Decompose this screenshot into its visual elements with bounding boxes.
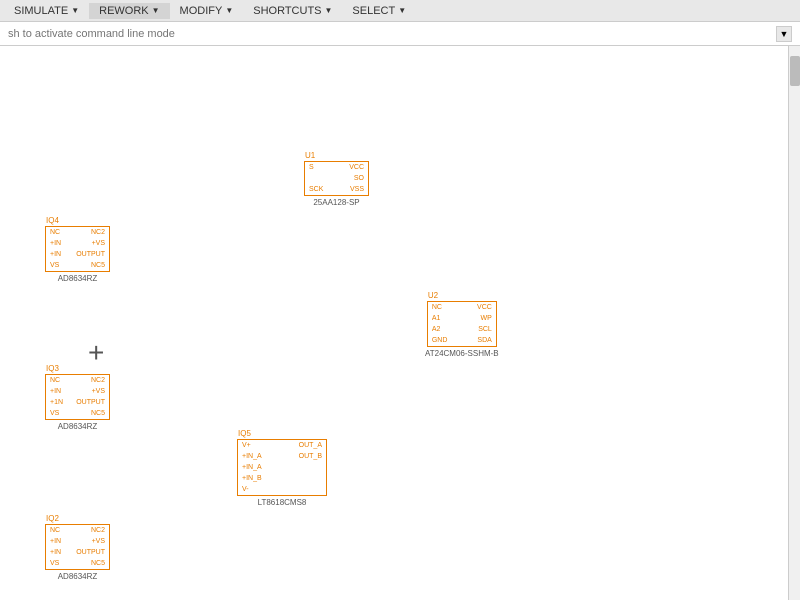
pin-row: +IN OUTPUT: [46, 249, 109, 260]
component-IQ2-ref: IQ2: [46, 514, 59, 523]
component-IQ4-ref: IQ4: [46, 216, 59, 225]
component-IQ5-ref: IQ5: [238, 429, 251, 438]
component-IQ5-label: LT8618CMS8: [258, 498, 307, 507]
plus-icon: +: [88, 339, 104, 367]
menu-rework[interactable]: REWORK ▼: [89, 3, 169, 19]
pin-row: +IN +VS: [46, 238, 109, 249]
component-U2-body: U2 NC VCC A1 WP A2 SCL GND SDA: [427, 301, 497, 347]
pin-row: +IN_A: [238, 462, 326, 473]
component-IQ3-body: IQ3 NC NC2 +IN +VS +1N OUTPUT VS NC5: [45, 374, 110, 420]
component-U2-label: AT24CM06-SSHM-B: [425, 349, 499, 358]
menu-bar: SIMULATE ▼ REWORK ▼ MODIFY ▼ SHORTCUTS ▼…: [0, 0, 800, 22]
menu-shortcuts-arrow: ▼: [325, 6, 333, 15]
component-IQ4[interactable]: IQ4 NC NC2 +IN +VS +IN OUTPUT VS NC5: [45, 226, 110, 283]
component-U1-label: 25AA128-SP: [313, 198, 359, 207]
component-U2-ref: U2: [428, 291, 438, 300]
schematic-canvas: U1 S VCC SO SCK VSS 25AA128-SP IQ4 NC: [0, 46, 800, 600]
pin-row: VS NC5: [46, 558, 109, 569]
scrollbar-vertical[interactable]: [788, 46, 800, 600]
menu-modify[interactable]: MODIFY ▼: [170, 3, 244, 19]
component-IQ5[interactable]: IQ5 V+ OUT_A +IN_A OUT_B +IN_A +IN_B: [237, 439, 327, 507]
component-U1-ref: U1: [305, 151, 315, 160]
component-IQ3-label: AD8634RZ: [58, 422, 98, 431]
component-IQ2-label: AD8634RZ: [58, 572, 98, 581]
pin-row: V+ OUT_A: [238, 440, 326, 451]
menu-simulate-label: SIMULATE: [14, 5, 68, 17]
pin-row: A2 SCL: [428, 324, 496, 335]
menu-modify-label: MODIFY: [180, 5, 223, 17]
cmd-bar-dropdown[interactable]: ▼: [776, 26, 792, 42]
menu-rework-arrow: ▼: [152, 6, 160, 15]
pin-row: NC NC2: [46, 227, 109, 238]
component-U1[interactable]: U1 S VCC SO SCK VSS 25AA128-SP: [304, 161, 369, 207]
menu-select-arrow: ▼: [398, 6, 406, 15]
command-bar: ▼: [0, 22, 800, 46]
pin-row: NC VCC: [428, 302, 496, 313]
pin-row: GND SDA: [428, 335, 496, 346]
component-U2[interactable]: U2 NC VCC A1 WP A2 SCL GND SDA AT24: [425, 301, 499, 358]
pin-row: +IN +VS: [46, 536, 109, 547]
component-U1-body: U1 S VCC SO SCK VSS: [304, 161, 369, 196]
component-IQ5-body: IQ5 V+ OUT_A +IN_A OUT_B +IN_A +IN_B: [237, 439, 327, 496]
menu-shortcuts[interactable]: SHORTCUTS ▼: [243, 3, 342, 19]
scrollbar-thumb[interactable]: [790, 56, 800, 86]
menu-simulate-arrow: ▼: [71, 6, 79, 15]
pin-row: +IN +VS: [46, 386, 109, 397]
component-IQ4-body: IQ4 NC NC2 +IN +VS +IN OUTPUT VS NC5: [45, 226, 110, 272]
menu-select[interactable]: SELECT ▼: [342, 3, 416, 19]
component-IQ3-ref: IQ3: [46, 364, 59, 373]
pin-row: +IN OUTPUT: [46, 547, 109, 558]
component-IQ2[interactable]: IQ2 NC NC2 +IN +VS +IN OUTPUT VS NC5: [45, 524, 110, 581]
pin-row: NC NC2: [46, 375, 109, 386]
pin-row: VS NC5: [46, 260, 109, 271]
pin-row: +IN_B: [238, 473, 326, 484]
menu-simulate[interactable]: SIMULATE ▼: [4, 3, 89, 19]
pin-row: +IN_A OUT_B: [238, 451, 326, 462]
component-IQ2-body: IQ2 NC NC2 +IN +VS +IN OUTPUT VS NC5: [45, 524, 110, 570]
pin-row: V-: [238, 484, 326, 495]
component-IQ4-label: AD8634RZ: [58, 274, 98, 283]
command-input[interactable]: [8, 28, 308, 40]
pin-row: VS NC5: [46, 408, 109, 419]
pin-row: S VCC: [305, 162, 368, 173]
pin-row: SCK VSS: [305, 184, 368, 195]
pin-row: +1N OUTPUT: [46, 397, 109, 408]
component-IQ3[interactable]: IQ3 NC NC2 +IN +VS +1N OUTPUT VS NC5: [45, 374, 110, 431]
menu-select-label: SELECT: [352, 5, 395, 17]
pin-row: A1 WP: [428, 313, 496, 324]
pin-row: NC NC2: [46, 525, 109, 536]
menu-shortcuts-label: SHORTCUTS: [253, 5, 321, 17]
menu-rework-label: REWORK: [99, 5, 149, 17]
pin-row: SO: [305, 173, 368, 184]
menu-modify-arrow: ▼: [225, 6, 233, 15]
